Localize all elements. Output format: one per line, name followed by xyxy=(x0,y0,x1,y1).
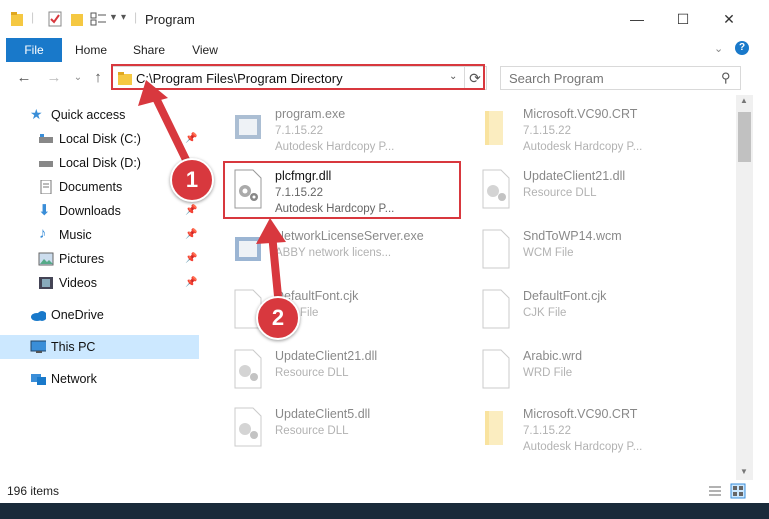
callout-1: 1 xyxy=(170,158,214,202)
callout-2: 2 xyxy=(256,296,300,340)
annotation-arrows xyxy=(138,80,286,300)
